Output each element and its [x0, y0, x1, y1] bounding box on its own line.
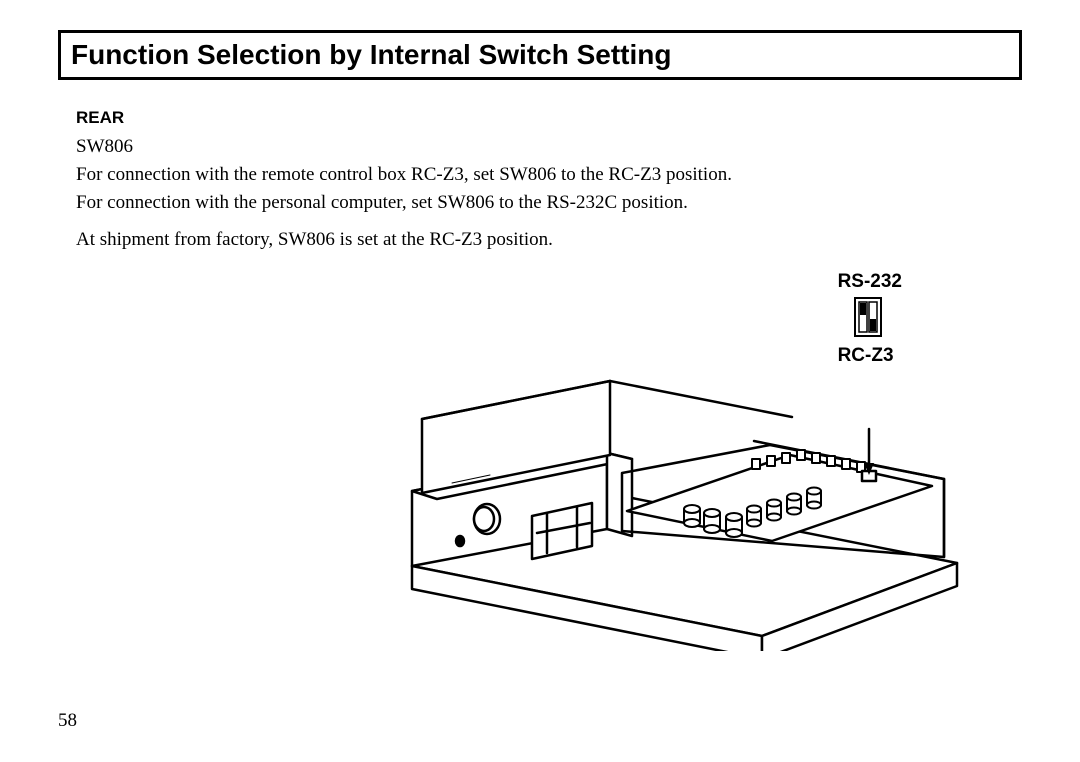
rear-label: REAR — [76, 108, 1022, 128]
device-diagram-icon — [392, 341, 982, 651]
switch-id: SW806 — [76, 134, 1022, 160]
section-title-box: Function Selection by Internal Switch Se… — [58, 30, 1022, 80]
instruction-rcz3: For connection with the remote control b… — [76, 162, 1022, 188]
manual-page: Function Selection by Internal Switch Se… — [0, 0, 1080, 762]
page-number: 58 — [58, 710, 77, 732]
dip-switch-icon — [854, 297, 902, 343]
body-text: SW806 For connection with the remote con… — [76, 134, 1022, 253]
instruction-rs232c: For connection with the personal compute… — [76, 190, 1022, 216]
factory-default-note: At shipment from factory, SW806 is set a… — [76, 227, 1022, 253]
switch-label-top: RS-232 — [838, 271, 902, 293]
diagram-zone: RS-232 RC-Z3 — [58, 271, 1022, 651]
section-title: Function Selection by Internal Switch Se… — [71, 39, 1009, 71]
